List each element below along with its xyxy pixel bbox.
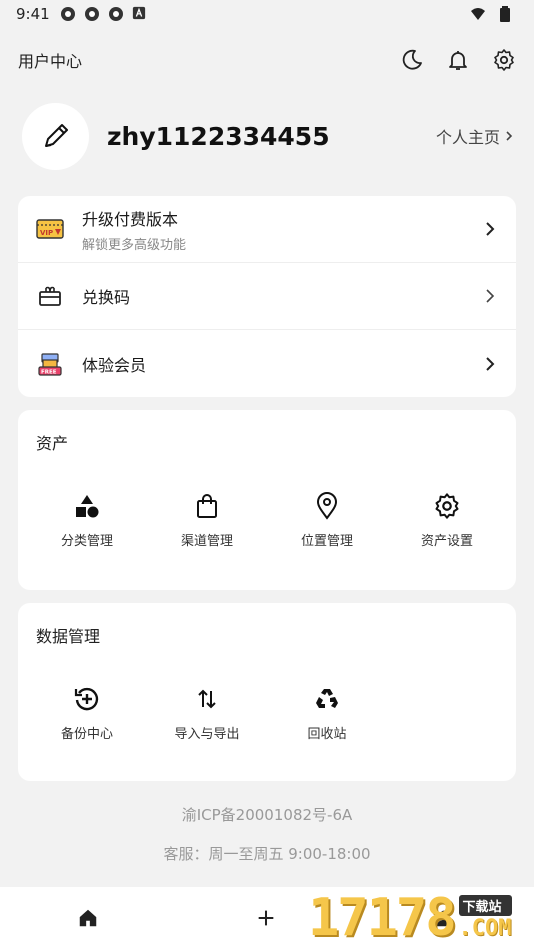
wifi-icon [470,6,486,22]
notification-icon [108,6,124,22]
backup-icon [73,685,101,713]
grid-label: 备份中心 [60,727,113,742]
dark-mode-icon[interactable] [400,48,424,72]
menu-row-trial[interactable]: FREE 体验会员 [18,330,516,397]
battery-icon [500,6,510,22]
notification-icon [84,6,100,22]
homepage-label: 个人主页 [435,128,500,147]
grid-label: 导入与导出 [174,727,240,742]
location-pin-icon [313,492,341,520]
menu-sublabel: 解锁更多高级功能 [82,237,187,253]
status-right [470,6,518,22]
homepage-link[interactable]: 个人主页 [436,124,514,148]
top-bar: 用户中心 [0,40,534,80]
avatar[interactable] [22,102,89,170]
grid-item-asset-settings[interactable]: 资产设置 [387,492,507,549]
free-gift-icon: FREE [36,350,64,378]
grid-item-channel[interactable]: 渠道管理 [147,492,267,549]
username: zhy1122334455 [107,121,330,151]
settings-gear-icon[interactable] [492,48,516,72]
plus-icon [255,907,279,931]
assets-card: 资产 分类管理 渠道管理 位置管理 资产设置 [18,410,516,590]
recycle-icon [313,685,341,713]
grid-label: 回收站 [307,727,347,742]
bag-icon [193,492,221,520]
section-title: 资产 [36,434,69,453]
grid-label: 位置管理 [300,534,353,549]
grid-item-category[interactable]: 分类管理 [27,492,147,549]
menu-row-redeem[interactable]: 兑换码 [18,263,516,330]
menu-card: VIP 升级付费版本 解锁更多高级功能 兑换码 FREE 体验会员 [18,196,516,397]
grid-item-import-export[interactable]: 导入与导出 [147,685,267,742]
pen-icon [38,118,74,154]
header-actions [400,48,516,72]
vip-ticket-icon: VIP [36,215,64,243]
data-grid: 备份中心 导入与导出 回收站 [18,685,516,742]
watermark-number: 17178 [308,888,457,948]
menu-texts: 体验会员 [82,352,146,376]
menu-texts: 兑换码 [82,284,130,308]
menu-label: 体验会员 [82,355,147,375]
icp-text: 渝ICP备20001082号-6A [181,806,353,824]
watermark-top: 下载站 [458,895,512,916]
notification-icon [60,6,76,22]
section-title: 数据管理 [36,627,101,646]
shapes-icon [73,492,101,520]
watermark-box: 下载站 .COM [458,895,512,941]
import-export-icon [193,685,221,713]
grid-label: 渠道管理 [180,534,233,549]
svg-text:VIP: VIP [40,229,53,237]
gift-box-icon [36,282,64,310]
status-bar: 9:41 [0,0,534,28]
svg-text:FREE: FREE [41,369,57,375]
grid-item-backup[interactable]: 备份中心 [27,685,147,742]
menu-label: 升级付费版本 [82,209,179,229]
status-time: 9:41 [16,5,50,23]
app-notification-icon [132,6,148,22]
menu-row-upgrade[interactable]: VIP 升级付费版本 解锁更多高级功能 [18,196,516,263]
data-management-card: 数据管理 备份中心 导入与导出 回收站 [18,603,516,781]
grid-label: 资产设置 [420,534,473,549]
menu-label: 兑换码 [82,288,131,307]
grid-item-location[interactable]: 位置管理 [267,492,387,549]
menu-texts: 升级付费版本 解锁更多高级功能 [82,206,186,253]
chevron-right-icon [504,130,514,142]
chevron-right-icon [482,356,498,372]
bell-icon[interactable] [446,48,470,72]
grid-label: 分类管理 [60,534,113,549]
tab-home[interactable] [0,887,178,950]
profile-section: zhy1122334455 个人主页 [22,102,514,170]
assets-grid: 分类管理 渠道管理 位置管理 资产设置 [18,492,516,549]
chevron-right-icon [482,288,498,304]
site-watermark: 17178 下载站 .COM [308,888,530,948]
page-title: 用户中心 [18,52,83,71]
home-icon [77,907,101,931]
watermark-bottom: .COM [458,916,512,941]
chevron-right-icon [482,221,498,237]
service-hours-text: 客服：周一至周五 9:00-18:00 [163,845,371,863]
grid-item-recycle-bin[interactable]: 回收站 [267,685,387,742]
gear-icon [433,492,461,520]
